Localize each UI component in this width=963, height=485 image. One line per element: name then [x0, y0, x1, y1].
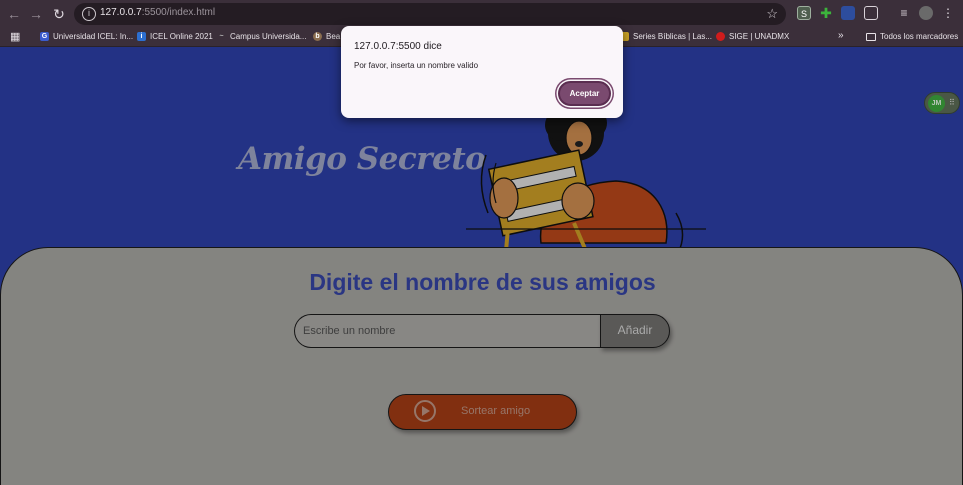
media-controls-icon[interactable]: ≡: [897, 6, 911, 20]
bookmark-item[interactable]: SIGE | UNADMX: [716, 32, 789, 41]
draw-button-label: Sortear amigo: [461, 405, 531, 417]
bookmark-favicon-icon: G: [40, 32, 49, 41]
address-bar[interactable]: i 127.0.0.7:5500/index.html ☆: [74, 3, 786, 25]
all-bookmarks-folder[interactable]: Todos los marcadores: [866, 32, 958, 41]
url-path: :5500/index.html: [141, 7, 216, 18]
accept-button[interactable]: Aceptar: [558, 81, 611, 106]
bookmark-label: Universidad ICEL: In...: [53, 32, 134, 41]
bookmark-favicon-icon: [716, 32, 725, 41]
extension-s-icon[interactable]: S: [797, 6, 811, 20]
add-friend-button[interactable]: Añadir: [600, 314, 670, 348]
floating-profile-badge[interactable]: JM ⠿: [924, 92, 960, 114]
url-host: 127.0.0.7: [100, 7, 142, 18]
friend-name-input[interactable]: [294, 314, 602, 348]
alert-dialog: 127.0.0.7:5500 dice Por favor, inserta u…: [341, 26, 623, 118]
bookmark-star-icon[interactable]: ☆: [766, 6, 778, 22]
url-text: 127.0.0.7:5500/index.html: [100, 7, 215, 18]
draw-friend-button[interactable]: Sortear amigo: [388, 394, 577, 430]
menu-kebab-icon[interactable]: ⋮: [941, 6, 955, 20]
dialog-message: Por favor, inserta un nombre valido: [354, 61, 479, 70]
bookmark-item[interactable]: b Bea: [313, 32, 340, 41]
dialog-title: 127.0.0.7:5500 dice: [354, 41, 442, 52]
apps-grid-icon[interactable]: ▦: [10, 30, 20, 43]
bookmark-item[interactable]: i ICEL Online 2021: [137, 32, 213, 41]
bookmark-item[interactable]: Series Bíblicas | Las...: [620, 32, 712, 41]
forward-arrow-icon[interactable]: →: [27, 5, 45, 23]
bookmark-item[interactable]: G Universidad ICEL: In...: [40, 32, 133, 41]
extension-green-icon[interactable]: ✚: [819, 6, 833, 20]
person-with-box-illustration: [466, 105, 706, 253]
bookmark-label: Bea: [326, 32, 341, 41]
bookmark-item[interactable]: ~ Campus Universida...: [217, 32, 306, 41]
extensions-puzzle-icon[interactable]: [864, 6, 878, 20]
bookmark-label: Series Bíblicas | Las...: [633, 32, 712, 41]
avatar: JM: [928, 95, 945, 112]
profile-avatar-icon[interactable]: [919, 6, 933, 20]
site-info-icon[interactable]: i: [82, 7, 96, 21]
name-input-group: Añadir: [294, 314, 670, 348]
back-arrow-icon[interactable]: ←: [5, 5, 23, 23]
bookmark-favicon-icon: b: [313, 32, 322, 41]
bookmark-label: SIGE | UNADMX: [729, 32, 790, 41]
bookmark-label: ICEL Online 2021: [150, 32, 213, 41]
panel-title: Digite el nombre de sus amigos: [309, 269, 656, 295]
all-bookmarks-label: Todos los marcadores: [880, 32, 959, 41]
browser-toolbar: ← → ↻ i 127.0.0.7:5500/index.html ☆ S ✚ …: [0, 0, 963, 28]
folder-icon: [866, 32, 876, 41]
play-circle-icon: [414, 400, 436, 422]
extension-s-label: S: [800, 9, 807, 19]
drag-grip-icon[interactable]: ⠿: [949, 98, 955, 107]
bookmark-favicon-icon: ~: [219, 33, 224, 40]
more-bookmarks-icon[interactable]: »: [838, 30, 844, 41]
hero-title: Amigo Secreto: [238, 141, 486, 177]
reload-icon[interactable]: ↻: [50, 5, 68, 23]
bookmark-label: Campus Universida...: [230, 32, 307, 41]
extension-blue-icon[interactable]: [841, 6, 855, 20]
bookmark-favicon-icon: i: [137, 32, 146, 41]
friends-panel: Digite el nombre de sus amigos Añadir So…: [0, 247, 963, 485]
